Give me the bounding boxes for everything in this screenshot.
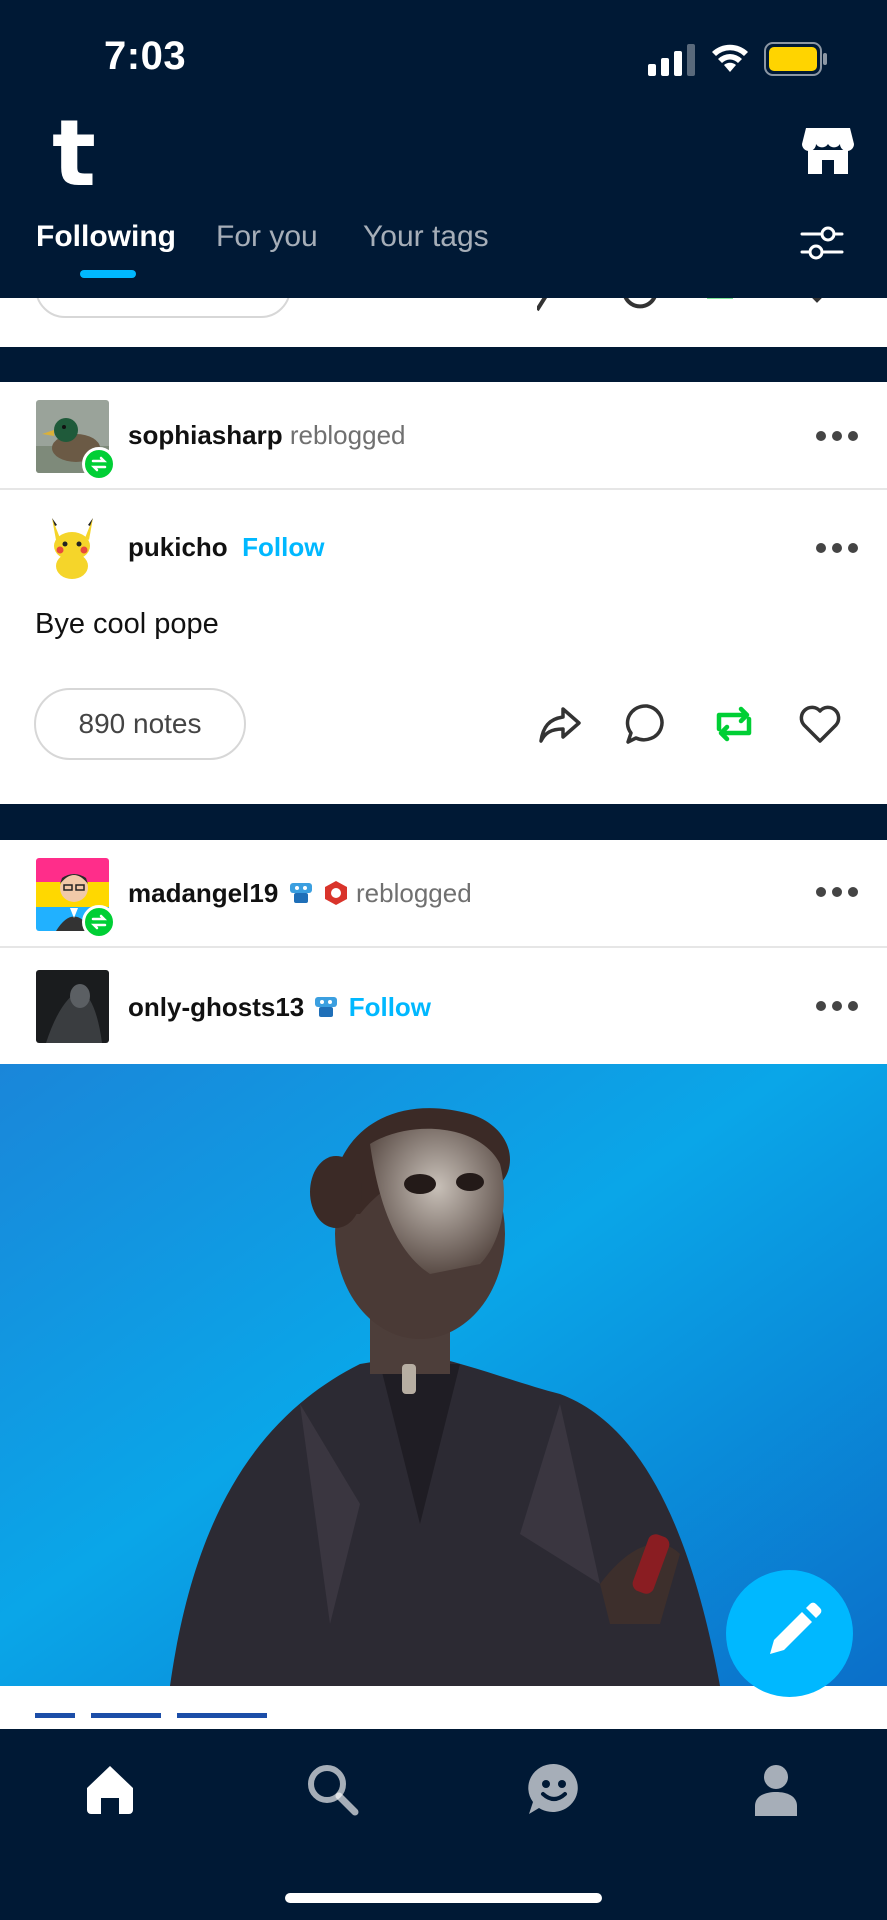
reblogged-label: reblogged	[356, 878, 472, 908]
more-icon[interactable]	[815, 430, 859, 442]
reblogger-name[interactable]: madangel19 reblogged	[128, 878, 472, 909]
heart-icon[interactable]	[797, 701, 843, 747]
home-indicator	[285, 1893, 602, 1903]
caption-preview	[35, 1706, 335, 1718]
author-username[interactable]: only-ghosts13	[128, 992, 304, 1022]
post-actions	[537, 298, 822, 312]
badge-icon[interactable]	[311, 993, 341, 1021]
dashboard-feed[interactable]: sophiasharp reblogged pukicho Follow Bye…	[0, 298, 887, 1729]
more-icon[interactable]	[815, 1000, 859, 1012]
post-author-row: only-ghosts13 Follow	[0, 948, 887, 1064]
follow-button[interactable]: Follow	[349, 992, 431, 1022]
signal-icon	[648, 44, 695, 76]
bottom-navigation	[0, 1729, 887, 1920]
more-icon[interactable]	[815, 542, 859, 554]
avatar[interactable]	[36, 970, 109, 1043]
notes-button[interactable]: 890 notes	[34, 688, 246, 760]
reply-icon[interactable]	[624, 701, 670, 747]
reblogger-name[interactable]: sophiasharp reblogged	[128, 420, 405, 451]
post-body: pukicho Follow Bye cool pope 890 notes	[0, 490, 887, 804]
share-icon[interactable]	[537, 701, 583, 747]
post-card: sophiasharp reblogged pukicho Follow Bye…	[0, 382, 887, 804]
post-text: Bye cool pope	[35, 608, 219, 640]
author-name: pukicho Follow	[128, 532, 324, 563]
tab-your-tags[interactable]: Your tags	[363, 220, 489, 254]
filter-settings-icon[interactable]	[800, 222, 844, 262]
store-icon[interactable]	[800, 122, 856, 178]
dark-avatar-image	[36, 970, 109, 1043]
reblog-icon	[90, 914, 108, 930]
activity-icon[interactable]	[527, 1762, 581, 1816]
pencil-icon	[770, 1602, 822, 1654]
previous-post-footer	[0, 298, 887, 347]
reblogger-username[interactable]: madangel19	[128, 878, 278, 908]
tab-for-you[interactable]: For you	[216, 220, 318, 254]
reblog-badge	[82, 905, 116, 939]
status-bar: 7:03	[0, 0, 887, 108]
reblog-icon[interactable]	[711, 701, 757, 747]
pikachu-avatar-image	[36, 510, 109, 583]
badge-icon[interactable]	[286, 879, 316, 907]
badge-icon[interactable]	[323, 879, 349, 907]
battery-icon	[764, 42, 827, 76]
author-name: only-ghosts13 Follow	[128, 992, 431, 1023]
reblogger-username[interactable]: sophiasharp	[128, 420, 283, 450]
avatar[interactable]	[36, 510, 109, 583]
follow-button[interactable]: Follow	[242, 532, 324, 562]
reblog-header: sophiasharp reblogged	[0, 382, 887, 490]
account-icon[interactable]	[749, 1762, 803, 1816]
reblogged-label: reblogged	[289, 420, 406, 450]
app-header: t Following For you Your tags	[0, 108, 887, 298]
compose-button[interactable]	[726, 1570, 853, 1697]
more-icon[interactable]	[815, 886, 859, 898]
tab-following[interactable]: Following	[36, 220, 176, 254]
notes-button[interactable]	[35, 298, 291, 318]
search-icon[interactable]	[305, 1762, 359, 1816]
wifi-icon	[712, 44, 748, 72]
reblog-icon	[90, 456, 108, 472]
tumblr-logo[interactable]: t	[52, 108, 96, 200]
reblog-badge	[82, 447, 116, 481]
author-username[interactable]: pukicho	[128, 532, 228, 562]
status-time: 7:03	[104, 34, 187, 78]
home-icon[interactable]	[83, 1762, 137, 1816]
reblog-header: madangel19 reblogged	[0, 840, 887, 948]
active-tab-indicator	[80, 270, 136, 278]
